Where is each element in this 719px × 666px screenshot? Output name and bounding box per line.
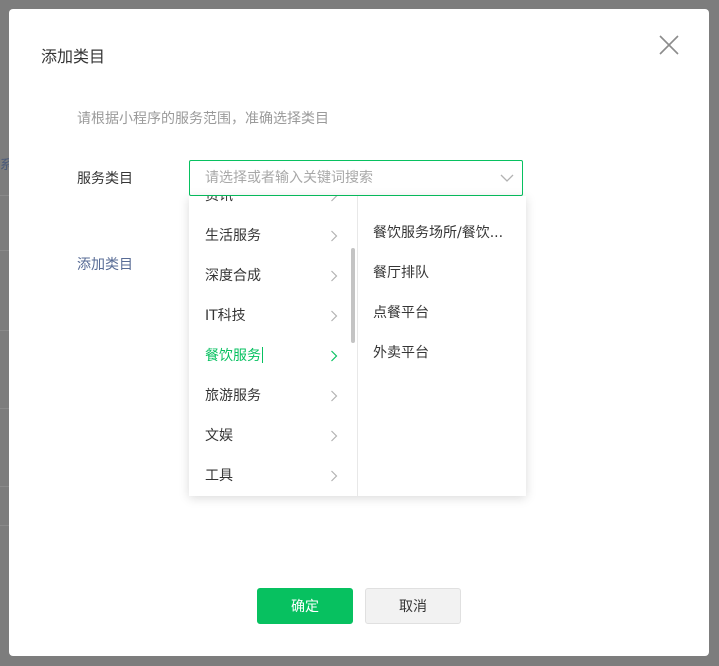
category-label: 旅游服务 (205, 388, 261, 404)
chevron-right-icon (331, 350, 338, 362)
background-divider (0, 250, 9, 251)
text-cursor (262, 347, 263, 363)
dialog-title: 添加类目 (41, 47, 106, 66)
background-divider (0, 330, 9, 331)
chevron-right-icon (331, 270, 338, 282)
secondary-category-list[interactable]: 餐饮服务场所/餐饮... 餐厅排队 点餐平台 外卖平台 (358, 213, 526, 373)
category-search-input[interactable] (190, 161, 522, 195)
category-tip-text: 请根据小程序的服务范围，准确选择类目 (77, 111, 329, 127)
close-icon (659, 35, 679, 55)
category-label: 工具 (205, 468, 233, 484)
background-text: 系 (0, 158, 9, 173)
add-category-link[interactable]: 添加类目 (77, 254, 133, 274)
background-divider (0, 408, 9, 409)
primary-category-item[interactable]: 工具 (189, 456, 357, 496)
primary-category-item[interactable]: 文娱 (189, 416, 357, 456)
background-divider (0, 195, 9, 196)
background-divider (0, 525, 9, 526)
chevron-right-icon (331, 470, 338, 482)
add-category-dialog: 添加类目 请根据小程序的服务范围，准确选择类目 服务类目 添加类目 资讯 生活服… (9, 9, 709, 656)
chevron-right-icon (331, 390, 338, 402)
service-category-label: 服务类目 (77, 171, 133, 187)
category-label: 文娱 (205, 428, 233, 444)
category-dropdown: 资讯 生活服务 深度合成 IT科技 餐饮服务 旅游服务 文娱 工具 餐饮服务场所… (189, 196, 526, 496)
secondary-category-item[interactable]: 外卖平台 (358, 333, 526, 373)
primary-category-item[interactable]: IT科技 (189, 296, 357, 336)
secondary-category-item[interactable]: 点餐平台 (358, 293, 526, 333)
background-divider (0, 486, 9, 487)
chevron-down-icon[interactable] (500, 173, 514, 183)
category-label: 餐饮服务 (205, 348, 261, 364)
confirm-button[interactable]: 确定 (257, 588, 353, 624)
category-select[interactable] (189, 160, 523, 196)
dropdown-scrollbar[interactable] (351, 248, 355, 343)
chevron-right-icon (331, 430, 338, 442)
cancel-button[interactable]: 取消 (365, 588, 461, 624)
secondary-category-item[interactable]: 餐厅排队 (358, 253, 526, 293)
chevron-right-icon (331, 230, 338, 242)
secondary-category-item[interactable]: 餐饮服务场所/餐饮... (358, 213, 526, 253)
close-button[interactable] (657, 33, 681, 57)
primary-category-item[interactable]: 深度合成 (189, 256, 357, 296)
primary-category-item[interactable]: 旅游服务 (189, 376, 357, 416)
chevron-right-icon (331, 196, 338, 202)
primary-category-item[interactable]: 生活服务 (189, 216, 357, 256)
category-label: IT科技 (205, 308, 246, 324)
primary-category-list[interactable]: 资讯 生活服务 深度合成 IT科技 餐饮服务 旅游服务 文娱 工具 (189, 196, 357, 496)
category-label: 资讯 (205, 196, 233, 204)
category-label: 生活服务 (205, 228, 261, 244)
primary-category-item-active[interactable]: 餐饮服务 (189, 336, 357, 376)
category-label: 深度合成 (205, 268, 261, 284)
primary-category-item[interactable]: 资讯 (189, 196, 357, 216)
chevron-right-icon (331, 310, 338, 322)
